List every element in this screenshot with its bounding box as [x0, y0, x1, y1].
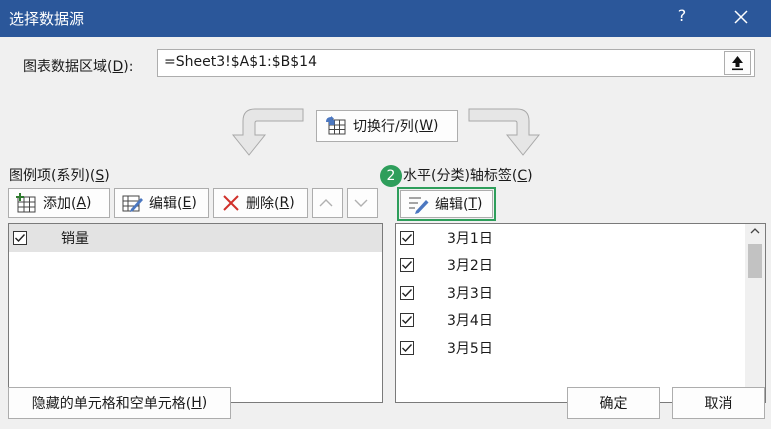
- switch-icon: [326, 116, 346, 135]
- category-label: 3月3日: [447, 285, 493, 302]
- axis-labels-list[interactable]: 3月1日 3月2日 3月3日 3月4日 3月5日: [395, 223, 766, 403]
- collapse-icon: [732, 56, 743, 71]
- list-item[interactable]: 3月5日: [396, 334, 765, 362]
- list-item[interactable]: 3月4日: [396, 307, 765, 335]
- checkbox[interactable]: [400, 258, 414, 273]
- checkbox[interactable]: [400, 340, 414, 355]
- list-item[interactable]: 销量: [9, 224, 382, 252]
- arrow-left-icon: [231, 108, 304, 156]
- checkbox[interactable]: [400, 230, 414, 245]
- hidden-empty-cells-button[interactable]: 隐藏的单元格和空单元格(H): [8, 387, 231, 419]
- window-title: 选择数据源: [9, 10, 85, 28]
- checkbox[interactable]: [400, 285, 414, 300]
- chevron-down-icon: [354, 199, 367, 207]
- chevron-up-icon: [319, 199, 332, 207]
- legend-entries-list[interactable]: 销量: [8, 223, 383, 403]
- checkbox[interactable]: [400, 313, 414, 328]
- delete-icon: [223, 195, 239, 211]
- dialog-body: 图表数据区域(D): =Sheet3!$A$1:$B$14 切换行/列(W) 图…: [0, 37, 771, 429]
- highlight-box: 编辑(T): [397, 187, 496, 221]
- edit-icon: [122, 195, 143, 212]
- move-down-button[interactable]: [347, 188, 378, 218]
- edit-axis-labels-button[interactable]: 编辑(T): [400, 190, 493, 218]
- check-icon: [402, 233, 413, 242]
- collapse-range-button[interactable]: [724, 51, 751, 75]
- scroll-up-button[interactable]: [745, 224, 765, 242]
- category-label: 3月1日: [447, 230, 493, 247]
- axis-labels-label: 水平(分类)轴标签(C): [403, 168, 533, 184]
- check-icon: [402, 343, 413, 352]
- range-label: 图表数据区域(D):: [23, 59, 134, 75]
- category-label: 3月4日: [447, 313, 493, 330]
- list-item[interactable]: 3月2日: [396, 252, 765, 280]
- series-name: 销量: [61, 230, 89, 247]
- vertical-scrollbar[interactable]: [745, 224, 765, 402]
- step-badge: 2: [380, 165, 402, 187]
- close-icon: [734, 10, 748, 24]
- check-icon: [15, 233, 26, 242]
- range-input[interactable]: =Sheet3!$A$1:$B$14: [157, 49, 755, 77]
- add-series-button[interactable]: 添加(A): [8, 188, 110, 218]
- list-item[interactable]: 3月3日: [396, 279, 765, 307]
- title-bar: 选择数据源 ?: [0, 0, 771, 37]
- cancel-button[interactable]: 取消: [672, 387, 765, 419]
- category-label: 3月2日: [447, 258, 493, 275]
- move-up-button[interactable]: [312, 188, 343, 218]
- legend-entries-label: 图例项(系列)(S): [9, 168, 110, 184]
- close-button[interactable]: [726, 2, 756, 32]
- legend-toolbar: 添加(A) 编辑(E) 删除(R): [8, 188, 378, 218]
- list-item[interactable]: 3月1日: [396, 224, 765, 252]
- arrow-right-icon: [468, 108, 541, 156]
- add-icon: [16, 193, 36, 213]
- check-icon: [402, 261, 413, 270]
- delete-series-button[interactable]: 删除(R): [213, 188, 308, 218]
- check-icon: [402, 316, 413, 325]
- checkbox[interactable]: [13, 230, 27, 245]
- chevron-up-icon: [750, 228, 760, 234]
- category-label: 3月5日: [447, 340, 493, 357]
- scroll-thumb[interactable]: [748, 244, 762, 278]
- check-icon: [402, 288, 413, 297]
- switch-row-column-button[interactable]: 切换行/列(W): [316, 110, 458, 142]
- edit-icon: [409, 197, 429, 214]
- help-button[interactable]: ?: [672, 6, 692, 25]
- edit-series-button[interactable]: 编辑(E): [114, 188, 209, 218]
- ok-button[interactable]: 确定: [567, 387, 660, 419]
